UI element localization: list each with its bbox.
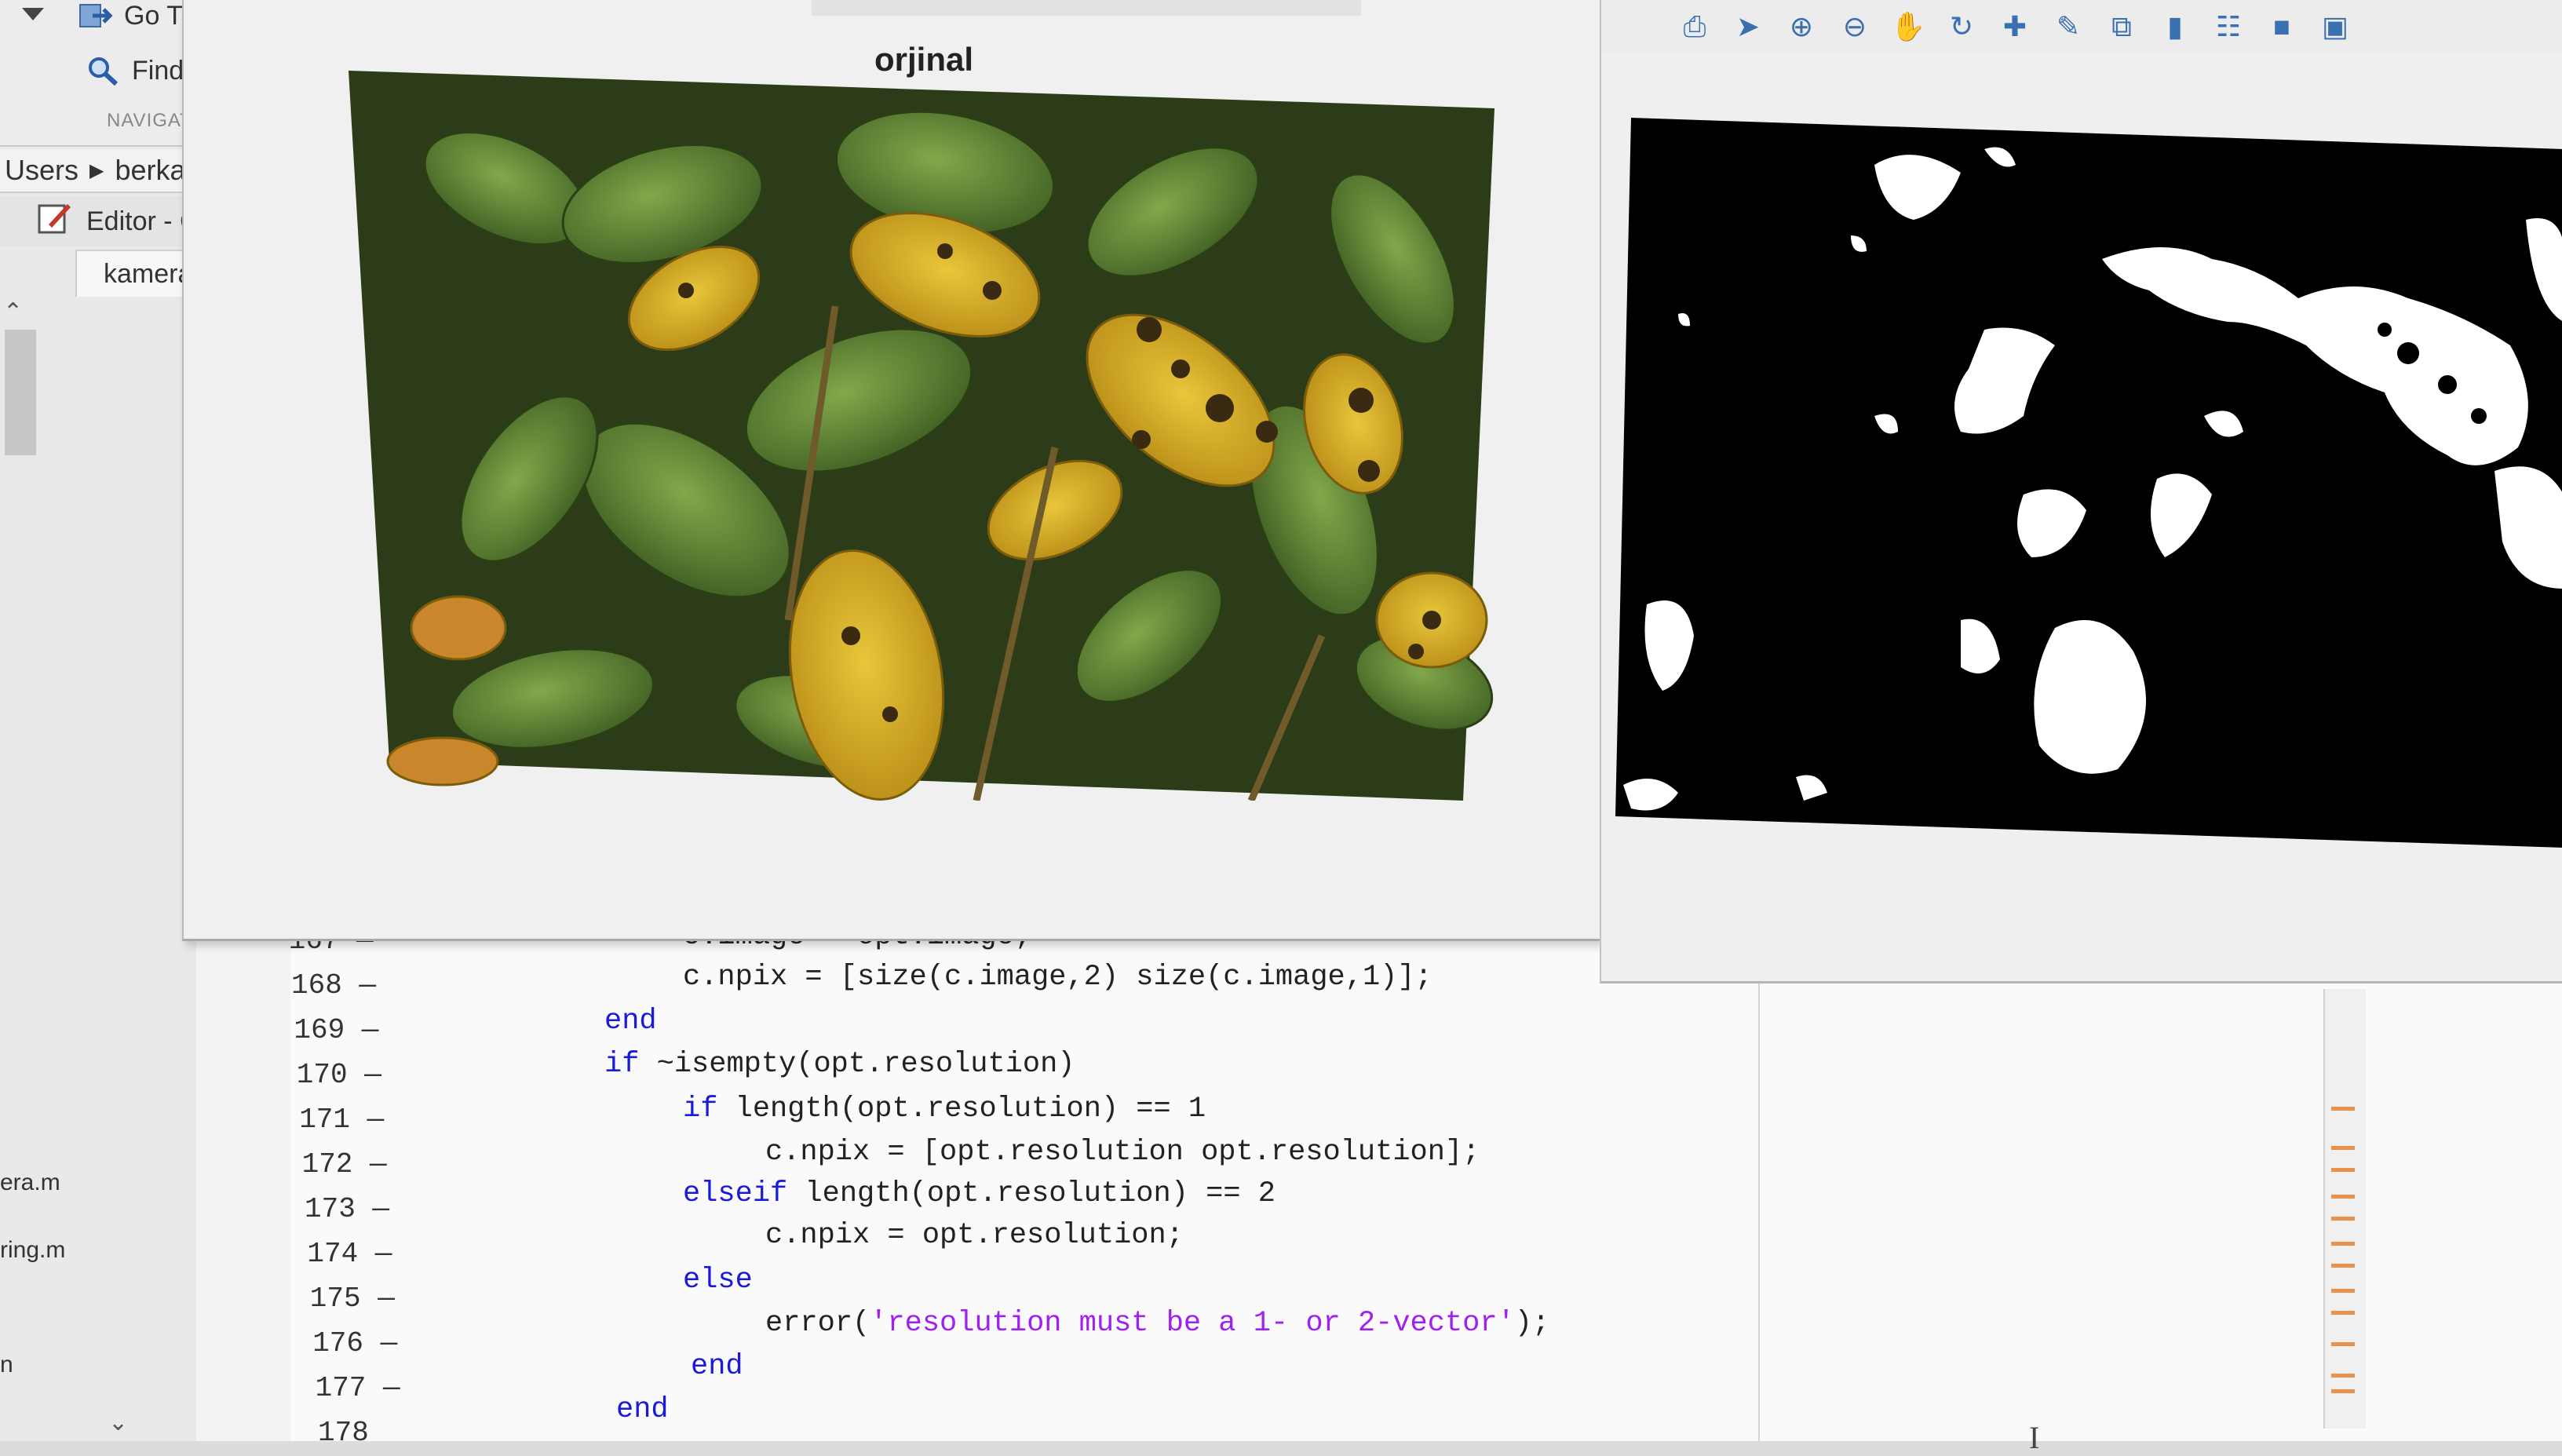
file-item[interactable]: era.m [0,1170,60,1196]
go-to-button[interactable]: Go T [78,0,183,31]
original-leaf-image [349,71,1494,802]
scroll-down-arrow-icon[interactable]: ⌄ [108,1409,128,1436]
go-to-label: Go T [124,0,183,31]
rotate-3d-icon[interactable]: ↻ [1943,9,1980,45]
line-number: 174 — [307,1238,392,1270]
print-icon[interactable]: ⎙ [1677,9,1713,45]
go-to-icon [78,0,113,31]
figure-toolbar-partial [812,0,1361,16]
line-number: 171 — [299,1104,385,1136]
file-item[interactable]: ring.m [0,1237,65,1264]
line-number: 170 — [296,1059,381,1091]
code-line[interactable]: end [691,1350,743,1383]
figure-toolbar: ⎙ ➤ ⊕ ⊖ ✋ ↻ ✚ ✎ ⧉ ▮ ☷ ■ ▣ [1601,0,2562,53]
breadcrumb-separator-icon: ▶ [89,159,104,181]
warning-marker[interactable] [2331,1242,2355,1246]
editor-title: Editor - C [86,206,196,236]
file-item[interactable]: n [0,1352,13,1378]
editor-titlebar: Editor - C [0,196,196,246]
warning-marker[interactable] [2331,1107,2355,1111]
legend-icon[interactable]: ☷ [2210,9,2246,45]
pan-hand-icon[interactable]: ✋ [1890,9,1926,45]
show-plot-tools-icon[interactable]: ▣ [2317,9,2353,45]
figure-window-mask[interactable]: ⎙ ➤ ⊕ ⊖ ✋ ↻ ✚ ✎ ⧉ ▮ ☷ ■ ▣ [1600,0,2562,983]
warning-marker[interactable] [2331,1217,2355,1221]
breadcrumb: Users ▶ berka [0,149,196,193]
warning-marker[interactable] [2331,1264,2355,1268]
line-number: 177 — [315,1372,400,1404]
line-number: 172 — [301,1148,387,1180]
string-literal: 'resolution must be a 1- or 2-vector' [870,1307,1515,1340]
keyword: end [616,1393,669,1426]
keyword: end [604,1005,657,1038]
code-line[interactable]: elseif length(opt.resolution) == 2 [683,1177,1276,1210]
pointer-icon[interactable]: ➤ [1730,9,1766,45]
breadcrumb-users[interactable]: Users [5,154,78,187]
keyword: elseif [683,1177,788,1210]
find-button[interactable]: Find [86,55,184,86]
line-number: 176 — [312,1327,398,1359]
magnifier-icon [86,55,121,86]
warning-marker[interactable] [2331,1311,2355,1315]
brush-icon[interactable]: ✎ [2050,9,2086,45]
zoom-out-icon[interactable]: ⊖ [1837,9,1873,45]
data-cursor-icon[interactable]: ✚ [1997,9,2033,45]
dropdown-arrow-icon[interactable] [22,8,44,20]
code-line[interactable]: c.npix = [size(c.image,2) size(c.image,1… [683,961,1432,994]
text-cursor-icon: I [2029,1420,2040,1455]
code-line[interactable]: if ~isempty(opt.resolution) [604,1048,1075,1081]
keyword: end [691,1350,743,1383]
link-plot-icon[interactable]: ⧉ [2104,9,2140,45]
code-line[interactable]: end [604,1005,657,1038]
keyword: if [683,1093,718,1126]
line-number: 168 — [291,969,377,1002]
figure-window-original[interactable]: orjinal [182,0,1601,941]
code-line[interactable]: else [683,1264,753,1297]
keyword: if [604,1048,640,1081]
navigation-panel: Go T Find NAVIGAT Users ▶ berka Editor -… [0,0,201,1441]
warning-marker[interactable] [2331,1168,2355,1172]
code-line[interactable]: if length(opt.resolution) == 1 [683,1093,1206,1126]
navigate-section-label: NAVIGAT [107,110,192,131]
warning-marker[interactable] [2331,1374,2355,1378]
warning-marker[interactable] [2331,1289,2355,1293]
code-line[interactable]: c.npix = opt.resolution; [765,1219,1184,1252]
code-line[interactable]: end [616,1393,669,1426]
line-number: 178 [318,1417,369,1449]
line-number: 169 — [294,1014,379,1046]
hide-plot-tools-icon[interactable]: ■ [2264,9,2300,45]
scroll-up-arrow-icon[interactable]: ⌃ [3,298,23,326]
code-analyzer-bar[interactable] [2323,989,2366,1429]
code-line[interactable]: c.npix = [opt.resolution opt.resolution]… [765,1136,1480,1169]
warning-marker[interactable] [2331,1389,2355,1393]
right-margin-line [1758,965,1760,1441]
binary-mask-image [1615,118,2562,848]
keyword: else [683,1264,753,1297]
navigate-toolbar: Go T Find NAVIGAT [0,0,196,147]
line-number: 175 — [309,1283,395,1315]
code-line[interactable]: error('resolution must be a 1- or 2-vect… [765,1307,1549,1340]
colorbar-icon[interactable]: ▮ [2157,9,2193,45]
editor-icon [38,201,72,243]
zoom-in-icon[interactable]: ⊕ [1783,9,1819,45]
breadcrumb-current[interactable]: berka [115,154,185,187]
warning-marker[interactable] [2331,1342,2355,1346]
warning-marker[interactable] [2331,1195,2355,1199]
find-label: Find [132,55,184,86]
panel-scrollbar[interactable] [5,330,36,455]
line-number: 173 — [305,1193,390,1225]
warning-marker[interactable] [2331,1146,2355,1150]
